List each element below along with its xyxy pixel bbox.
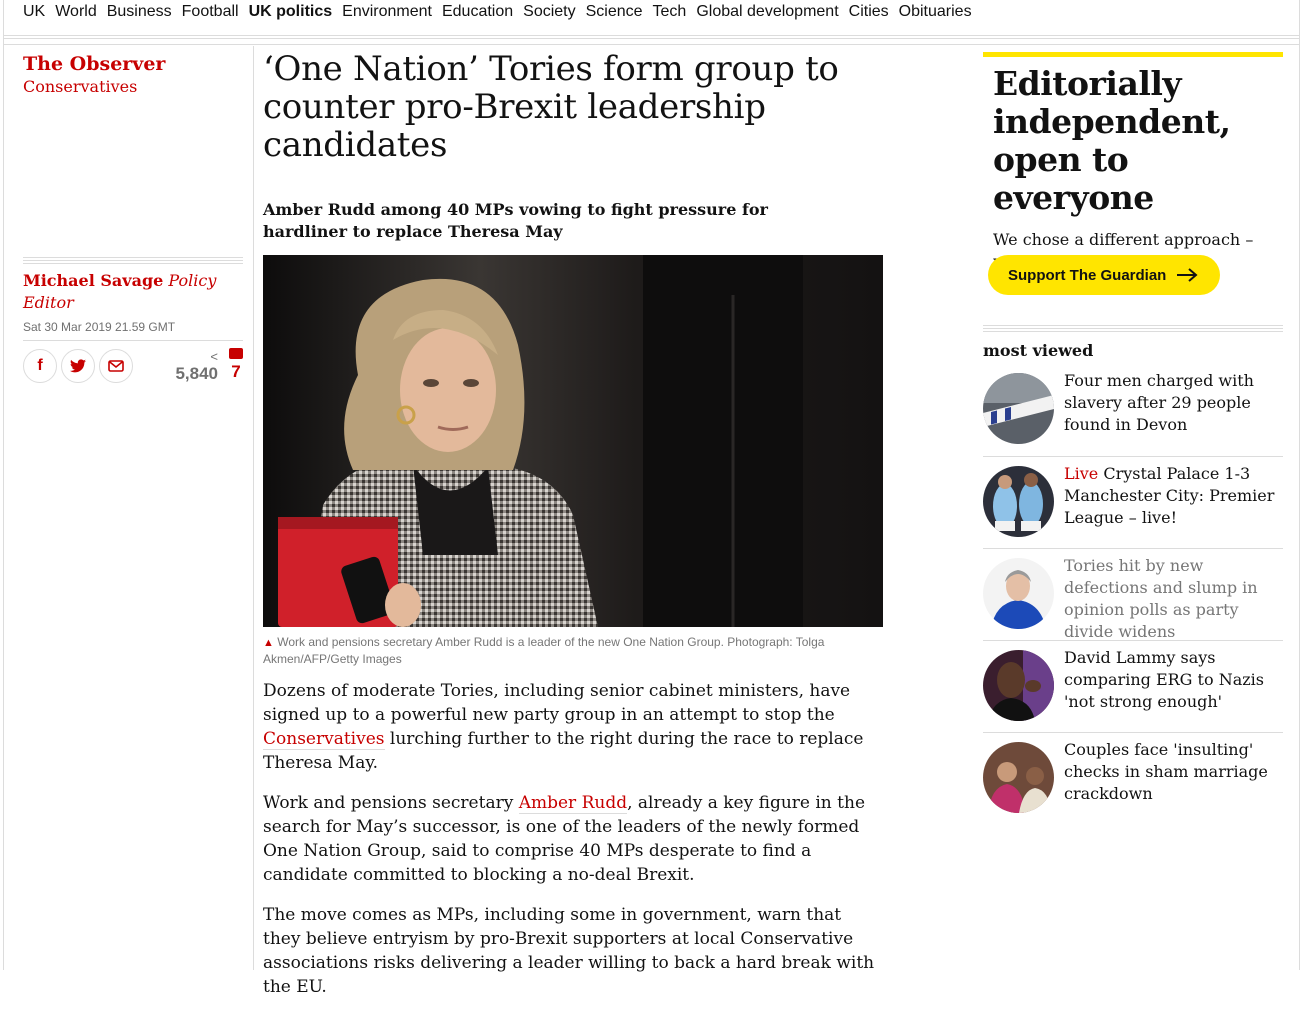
theresa-may-image [983,558,1054,629]
most-viewed-list: Four men charged with slavery after 29 p… [983,364,1283,824]
most-viewed-title: David Lammy says comparing ERG to Nazis … [1064,647,1284,713]
subnav-society[interactable]: Society [523,0,575,24]
most-viewed-item[interactable]: David Lammy says comparing ERG to Nazis … [983,640,1283,732]
subnav-world[interactable]: World [55,0,97,24]
item-title: Couples face 'insulting' checks in sham … [1064,740,1268,803]
subnav-uk-politics[interactable]: UK politics [249,0,333,24]
support-button[interactable]: Support The Guardian [988,255,1221,295]
caption-triangle-icon: ▲ [263,637,274,649]
article-photo[interactable] [263,255,883,627]
paragraph-text: Dozens of moderate Tories, including sen… [263,681,851,725]
twitter-share-button[interactable] [61,349,95,383]
photo-caption: ▲ Work and pensions secretary Amber Rudd… [263,634,863,667]
most-viewed-item[interactable]: Live Crystal Palace 1-3 Manchester City:… [983,456,1283,548]
thumbnail [983,650,1054,721]
share-buttons: f [23,349,133,383]
paragraph: Dozens of moderate Tories, including sen… [263,679,883,775]
thumbnail [983,373,1054,444]
twitter-icon [70,359,86,373]
most-viewed-title: Live Crystal Palace 1-3 Manchester City:… [1064,463,1284,529]
most-viewed-heading: most viewed [983,341,1094,360]
support-epic: Editorially independent, open to everyon… [983,52,1283,307]
item-title: Four men charged with slavery after 29 p… [1064,371,1254,434]
standfirst: Amber Rudd among 40 MPs vowing to fight … [263,200,768,241]
conservatives-link[interactable]: Conservatives [263,729,385,750]
series-label: The Observer Conservatives [23,52,243,98]
comment-icon [229,348,243,359]
police-tape-image [983,373,1054,444]
email-share-button[interactable] [99,349,133,383]
most-viewed-title: Couples face 'insulting' checks in sham … [1064,739,1284,805]
divider [23,340,243,341]
article-body: Dozens of moderate Tories, including sen… [263,679,883,1015]
thumbnail [983,558,1054,629]
item-title: Tories hit by new defections and slump i… [1064,556,1258,641]
subnav-science[interactable]: Science [586,0,643,24]
article-header: ‘One Nation’ Tories form group to counte… [263,50,883,164]
most-viewed-item[interactable]: Tories hit by new defections and slump i… [983,548,1284,643]
subnav-education[interactable]: Education [442,0,513,24]
most-viewed-item[interactable]: Couples face 'insulting' checks in sham … [983,732,1283,824]
most-viewed-title: Four men charged with slavery after 29 p… [1064,370,1284,436]
divider [3,44,1300,45]
divider [3,35,1300,36]
caption-text: Work and pensions secretary Amber Rudd i… [263,635,825,666]
subnav-cities[interactable]: Cities [849,0,889,24]
most-viewed-title: Tories hit by new defections and slump i… [1064,555,1284,643]
subnav-obituaries[interactable]: Obituaries [899,0,972,24]
amber-rudd-link[interactable]: Amber Rudd [518,793,628,814]
football-players-image [983,466,1054,537]
paragraph-text: Work and pensions secretary [263,793,519,813]
facebook-share-button[interactable]: f [23,349,57,383]
facebook-icon: f [37,357,43,374]
subnav-uk[interactable]: UK [23,0,45,24]
section-subnav: UK World Business Football UK politics E… [0,0,1306,26]
most-viewed-item[interactable]: Four men charged with slavery after 29 p… [983,364,1283,456]
comment-count[interactable]: 7 [226,348,246,382]
subnav-environment[interactable]: Environment [342,0,432,24]
thumbnail [983,466,1054,537]
arrow-right-icon [1177,268,1198,282]
item-title: David Lammy says comparing ERG to Nazis … [1064,648,1264,711]
share-icon: < [210,349,218,364]
email-icon [108,360,124,372]
share-count-value: 5,840 [175,364,218,383]
wedding-couple-image [983,742,1054,813]
subnav-tech[interactable]: Tech [653,0,687,24]
paragraph: Work and pensions secretary Amber Rudd, … [263,791,883,887]
item-kicker: Live [1064,464,1099,483]
subnav-football[interactable]: Football [182,0,239,24]
share-count: < 5,840 [168,350,218,384]
divider [983,325,1283,333]
david-lammy-image [983,650,1054,721]
publication-link[interactable]: The Observer [23,52,243,76]
support-button-label: Support The Guardian [1008,266,1167,284]
paragraph: The move comes as MPs, including some in… [263,905,875,997]
publish-date: Sat 30 Mar 2019 21.59 GMT [23,320,176,334]
byline: Michael Savage Policy Editor [23,270,243,314]
subnav-business[interactable]: Business [107,0,172,24]
thumbnail [983,742,1054,813]
author-link[interactable]: Michael Savage [23,271,163,290]
comment-count-value: 7 [231,362,241,381]
divider [3,38,1300,39]
headline: ‘One Nation’ Tories form group to counte… [263,49,839,165]
divider [23,257,243,265]
column-divider [253,46,254,970]
support-title: Editorially independent, open to everyon… [993,64,1231,217]
section-tag-link[interactable]: Conservatives [23,76,243,98]
subnav-global-development[interactable]: Global development [696,0,838,24]
amber-rudd-photo [263,255,883,627]
